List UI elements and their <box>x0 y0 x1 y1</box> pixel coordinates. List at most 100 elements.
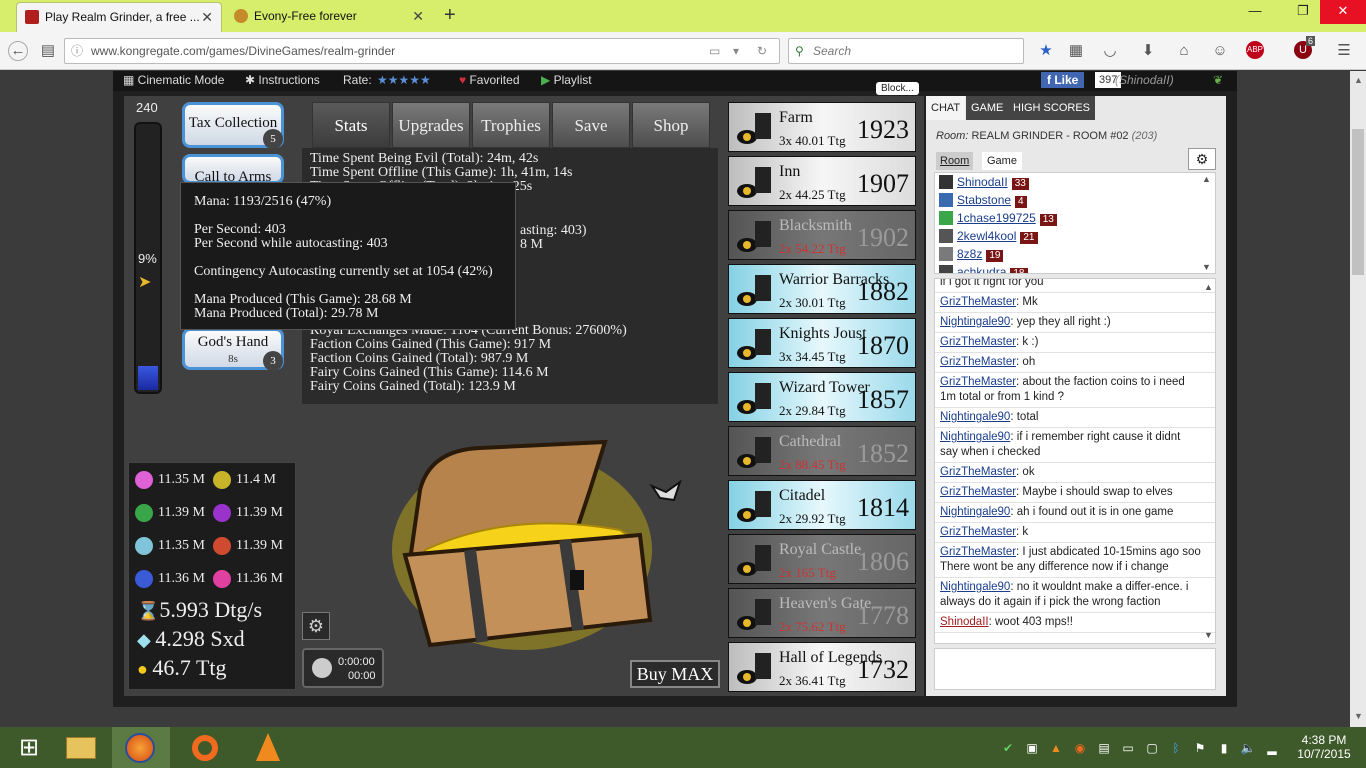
kong-username[interactable]: (ShinodaII) <box>1115 71 1174 89</box>
cinematic-mode-link[interactable]: ▦ Cinematic Mode <box>123 71 224 89</box>
user-row[interactable]: achkudra 18 <box>935 263 1215 273</box>
building-cathedral[interactable]: Cathedral 2x 88.45 Ttg 1852 <box>728 426 916 476</box>
tab-trophies[interactable]: Trophies <box>472 102 550 148</box>
building-heaven-s-gate[interactable]: Heaven's Gate 2x 75.62 Ttg 1778 <box>728 588 916 638</box>
building-hall-of-legends[interactable]: Hall of Legends 2x 36.41 Ttg 1732 <box>728 642 916 692</box>
message-author[interactable]: GrizTheMaster <box>940 296 1016 308</box>
block-button[interactable]: Block... <box>876 82 919 95</box>
sidebar-icon[interactable]: ▤ <box>38 41 58 61</box>
message-author[interactable]: Nightingale90 <box>940 411 1010 423</box>
dropdown-arrow-icon[interactable]: ▾ <box>733 39 739 63</box>
browser-tab-active[interactable]: Play Realm Grinder, a free ... ✕ <box>16 2 222 32</box>
scroll-up-arrow-icon[interactable]: ▲ <box>1354 75 1363 85</box>
building-royal-castle[interactable]: Royal Castle 2x 165 Ttg 1806 <box>728 534 916 584</box>
new-tab-button[interactable]: + <box>444 4 456 27</box>
close-tab-icon[interactable]: ✕ <box>412 2 424 30</box>
display-icon[interactable]: ▢ <box>1144 740 1160 756</box>
building-inn[interactable]: Inn 2x 44.25 Ttg 1907 <box>728 156 916 206</box>
url-bar[interactable]: ⓘ www.kongregate.com/games/DivineGames/r… <box>64 38 780 64</box>
pocket-icon[interactable]: ◡ <box>1100 41 1120 61</box>
scroll-up-icon[interactable]: ▲ <box>1202 174 1211 184</box>
scroll-thumb[interactable] <box>1352 129 1364 275</box>
close-window-button[interactable]: ✕ <box>1320 0 1366 24</box>
tab-upgrades[interactable]: Upgrades <box>392 102 470 148</box>
bookmark-star-icon[interactable]: ★ <box>1036 41 1056 61</box>
tab-chat[interactable]: CHAT <box>926 96 966 120</box>
building-knights-joust[interactable]: Knights Joust 3x 34.45 Ttg 1870 <box>728 318 916 368</box>
subtab-game[interactable]: Game <box>982 152 1022 170</box>
scroll-down-arrow-icon[interactable]: ▼ <box>1354 711 1363 721</box>
signal-icon[interactable]: ▂ <box>1264 740 1280 756</box>
chat-input[interactable] <box>934 648 1216 690</box>
message-author[interactable]: GrizTheMaster <box>940 356 1016 368</box>
firefox-button[interactable] <box>112 727 170 768</box>
message-author[interactable]: GrizTheMaster <box>940 526 1016 538</box>
device-icon[interactable]: ▤ <box>1096 740 1112 756</box>
mana-marker-icon[interactable]: ➤ <box>138 272 151 292</box>
subtab-room[interactable]: Room <box>936 152 974 170</box>
close-tab-icon[interactable]: ✕ <box>201 3 213 31</box>
message-author[interactable]: GrizTheMaster <box>940 486 1016 498</box>
message-author[interactable]: GrizTheMaster <box>940 466 1016 478</box>
message-author[interactable]: ShinodaII <box>940 616 989 628</box>
building-warrior-barracks[interactable]: Warrior Barracks 2x 30.01 Ttg 1882 <box>728 264 916 314</box>
chat-settings-gear-icon[interactable]: ⚙ <box>1188 148 1216 170</box>
message-author[interactable]: GrizTheMaster <box>940 546 1016 558</box>
tax-collection-button[interactable]: Tax Collection 5 <box>182 102 284 149</box>
monitor-icon[interactable]: ▣ <box>1024 740 1040 756</box>
settings-gear-icon[interactable]: ⚙ <box>302 612 330 640</box>
clock[interactable]: 4:38 PM 10/7/2015 <box>1294 733 1354 761</box>
user-name[interactable]: achkudra <box>957 265 1006 273</box>
playlist-link[interactable]: ▶ Playlist <box>541 71 592 89</box>
search-input[interactable]: ⚲ Search <box>788 38 1024 64</box>
network-drive-icon[interactable]: ▭ <box>1120 740 1136 756</box>
user-name[interactable]: 8z8z <box>957 247 982 261</box>
message-author[interactable]: GrizTheMaster <box>940 376 1016 388</box>
rating-stars[interactable]: ★★★★★ <box>377 71 431 89</box>
vlc-tray-icon[interactable]: ▲ <box>1048 740 1064 756</box>
user-row[interactable]: 1chase199725 13 <box>935 209 1215 227</box>
message-author[interactable]: Nightingale90 <box>940 316 1010 328</box>
check-icon[interactable]: ✔ <box>1000 740 1016 756</box>
user-row[interactable]: ShinodaII 33 <box>935 173 1215 191</box>
bookmarks-list-icon[interactable]: ▦ <box>1066 41 1086 61</box>
message-author[interactable]: GrizTheMaster <box>940 336 1016 348</box>
home-icon[interactable]: ⌂ <box>1174 41 1194 61</box>
bluetooth-icon[interactable]: ᛒ <box>1168 740 1184 756</box>
favorited-link[interactable]: ♥ Favorited <box>459 71 520 89</box>
origin-button[interactable] <box>176 727 234 768</box>
treasure-chest-icon[interactable] <box>390 430 660 660</box>
user-row[interactable]: 8z8z 19 <box>935 245 1215 263</box>
user-name[interactable]: Stabstone <box>957 193 1011 207</box>
tab-high-scores[interactable]: HIGH SCORES <box>1008 96 1096 120</box>
user-name[interactable]: 1chase199725 <box>957 211 1036 225</box>
vlc-button[interactable] <box>238 727 296 768</box>
windows-start-icon[interactable]: ⊞ <box>0 727 58 768</box>
site-info-icon[interactable]: ⓘ <box>71 39 83 63</box>
user-name[interactable]: 2kewl4kool <box>957 229 1016 243</box>
origin-tray-icon[interactable]: ◉ <box>1072 740 1088 756</box>
back-arrow-icon[interactable]: ← <box>8 41 28 61</box>
flag-icon[interactable]: ⚑ <box>1192 740 1208 756</box>
chat-scroll-down-icon[interactable]: ▼ <box>1204 630 1213 640</box>
tab-stats[interactable]: Stats <box>312 102 390 148</box>
gods-hand-button[interactable]: God's Hand 8s 3 <box>182 328 284 371</box>
reader-view-icon[interactable]: ▭ <box>709 39 720 63</box>
browser-tab[interactable]: Evony-Free forever ✕ <box>226 2 432 32</box>
battery-icon[interactable]: ▮ <box>1216 740 1232 756</box>
call-to-arms-button[interactable]: Call to Arms <box>182 154 284 184</box>
menu-icon[interactable]: ☰ <box>1334 41 1354 61</box>
volume-icon[interactable]: 🔈 <box>1240 740 1256 756</box>
scroll-down-icon[interactable]: ▼ <box>1202 262 1211 272</box>
building-wizard-tower[interactable]: Wizard Tower 2x 29.84 Ttg 1857 <box>728 372 916 422</box>
message-author[interactable]: Nightingale90 <box>940 506 1010 518</box>
message-author[interactable]: Nightingale90 <box>940 431 1010 443</box>
chat-icon[interactable]: ☺ <box>1210 41 1230 61</box>
downloads-icon[interactable]: ⬇ <box>1138 41 1158 61</box>
building-blacksmith[interactable]: Blacksmith 2x 54.22 Ttg 1902 <box>728 210 916 260</box>
instructions-link[interactable]: ✱ Instructions <box>245 71 320 89</box>
minimize-button[interactable]: — <box>1232 0 1278 24</box>
chat-scroll-up-icon[interactable]: ▲ <box>1204 282 1213 292</box>
page-scrollbar[interactable]: ▲ ▼ <box>1350 71 1366 727</box>
facebook-like-button[interactable]: f Like <box>1041 72 1085 88</box>
